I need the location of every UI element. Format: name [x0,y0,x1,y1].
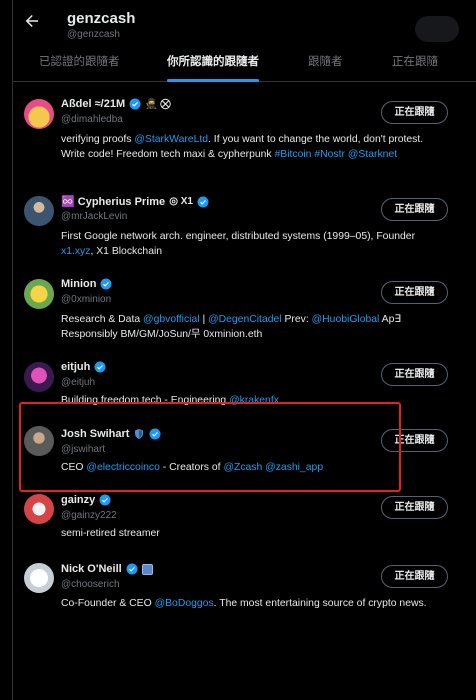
user-bio: First Google network arch. engineer, dis… [61,229,433,259]
following-button[interactable]: 正在跟隨 [381,101,448,124]
avatar[interactable] [24,196,54,226]
user-name[interactable]: Aßdel ≈/21M [61,98,125,110]
user-bio: semi-retired streamer [61,526,433,541]
verified-badge-icon [94,361,106,373]
bio-link[interactable]: @StarkWareLtd [134,134,208,145]
following-button[interactable]: 正在跟隨 [381,198,448,221]
bio-link[interactable]: @krakenfx [229,395,279,406]
verified-badge-icon [149,428,161,440]
user-bio: Co-Founder & CEO @BoDoggos. The most ent… [61,596,433,611]
bio-link[interactable]: @zashi_app [265,462,323,473]
user-handle: @0xminion [61,294,112,305]
bio-link[interactable]: x1.xyz [61,246,90,257]
name-emoji: 🥷 ⛒ [145,98,171,110]
name-emoji: ◎ X1 [169,196,193,207]
user-handle: @chooserich [61,579,120,590]
user-handle: @dimahledba [61,114,123,125]
user-name[interactable]: Nick O'Neill [61,563,122,575]
page-title: genzcash [67,10,136,27]
flag-icon [141,563,153,575]
user-bio: Research & Data @gbvofficial | @DegenCit… [61,312,433,342]
tab-following[interactable]: 正在跟隨 [392,46,438,82]
bio-text: CEO [61,462,87,473]
user-name[interactable]: Minion [61,278,96,290]
bio-link[interactable]: @Starknet [348,149,397,160]
bio-text: - Creators of [159,462,224,473]
following-button[interactable]: 正在跟隨 [381,429,448,452]
verified-badge-icon [100,278,112,290]
back-button[interactable] [23,12,45,34]
bio-link[interactable]: @DegenCitadel [208,314,282,325]
tab-followers-you-know[interactable]: 你所認識的跟隨者 [167,46,259,82]
bio-link[interactable]: @Zcash [223,462,262,473]
user-name[interactable]: gainzy [61,494,95,506]
bio-text: Research & Data [61,314,144,325]
bio-link[interactable]: @gbvofficial [143,314,200,325]
verified-badge-icon [129,98,141,110]
user-bio: verifying proofs @StarkWareLtd. If you w… [61,132,433,162]
following-button[interactable]: 正在跟隨 [381,363,448,386]
bio-text: Building freedom tech - Engineering [61,395,230,406]
bio-text: semi-retired streamer [61,528,160,539]
avatar[interactable] [24,99,54,129]
user-name[interactable]: eitjuh [61,361,90,373]
tab-followers[interactable]: 跟隨者 [308,46,343,82]
user-handle: @gainzy222 [61,510,117,521]
arrow-left-icon [25,15,38,27]
profile-header: genzcash @genzcash 已認證的跟隨者 你所認識的跟隨者 跟隨者 … [13,0,476,82]
following-button[interactable]: 正在跟隨 [381,281,448,304]
tab-verified-followers[interactable]: 已認證的跟隨者 [39,46,120,82]
user-name[interactable]: Josh Swihart [61,428,129,440]
active-tab-indicator [167,79,259,82]
avatar[interactable] [24,362,54,392]
bio-text: Co-Founder & CEO [61,598,155,609]
bio-text: First Google network arch. engineer, dis… [61,231,416,242]
following-button[interactable]: 正在跟隨 [381,565,448,588]
bio-text: , X1 Blockchain [90,246,163,257]
bio-link[interactable]: #Bitcoin [275,149,312,160]
verified-badge-icon [99,494,111,506]
avatar[interactable] [24,279,54,309]
user-handle: @jswihart [61,444,106,455]
bio-link[interactable]: @BoDoggos [155,598,214,609]
faded-header-action [415,16,459,42]
shield-icon [135,429,144,439]
user-handle: @mrJackLevin [61,211,128,222]
verified-badge-icon [197,196,209,207]
verified-badge-icon [126,563,138,575]
bio-text: . The most entertaining source of crypto… [213,598,427,609]
bio-link[interactable]: @electriccoinco [86,462,160,473]
bio-text: verifying proofs [61,134,135,145]
bio-text: Prev: [281,314,312,325]
tab-bar: 已認證的跟隨者 你所認識的跟隨者 跟隨者 正在跟隨 [13,46,476,82]
user-name[interactable]: ♾️ Cypherius Prime [61,195,165,208]
page-handle: @genzcash [67,29,120,40]
avatar[interactable] [24,494,54,524]
avatar[interactable] [24,426,54,456]
user-bio: Building freedom tech - Engineering @kra… [61,393,433,408]
avatar[interactable] [24,563,54,593]
following-button[interactable]: 正在跟隨 [381,496,448,519]
bio-link[interactable]: #Nostr [314,149,345,160]
bio-text: | [199,314,209,325]
user-bio: CEO @electriccoinco - Creators of @Zcash… [61,460,433,475]
bio-link[interactable]: @HuobiGlobal [312,314,380,325]
followers-panel: genzcash @genzcash 已認證的跟隨者 你所認識的跟隨者 跟隨者 … [12,0,476,700]
user-handle: @eitjuh [61,377,96,388]
